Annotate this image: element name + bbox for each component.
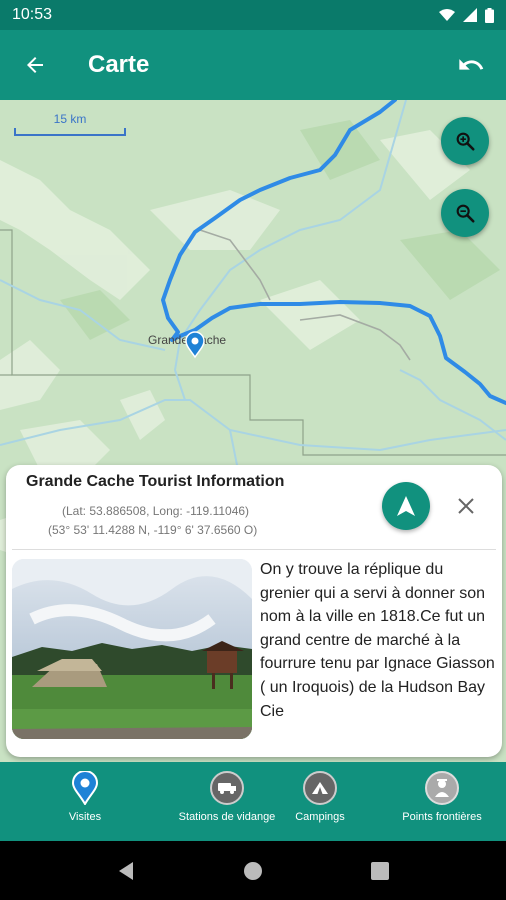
place-description: On y trouve la réplique du grenier qui a… (260, 561, 495, 720)
nav-label-points-frontieres: Points frontières (402, 811, 482, 823)
zoom-out-button[interactable] (441, 189, 489, 237)
signal-icon (463, 8, 477, 22)
map-scale: 15 km (14, 112, 126, 136)
status-icons (439, 7, 494, 23)
app-bar: Carte (0, 30, 506, 100)
battery-icon (485, 7, 494, 23)
back-button[interactable] (0, 30, 70, 100)
scale-line (14, 128, 126, 136)
arrow-back-icon (27, 57, 43, 73)
recents-square-icon[interactable] (371, 861, 389, 880)
location-marker[interactable] (185, 331, 205, 359)
undo-icon (459, 59, 484, 70)
zoom-out-icon (456, 204, 475, 223)
back-triangle-icon[interactable] (117, 861, 135, 881)
zoom-in-button[interactable] (441, 117, 489, 165)
page-title: Carte (88, 51, 150, 78)
status-time: 10:53 (12, 6, 53, 23)
scale-label: 15 km (53, 112, 87, 126)
nav-item-points-frontieres[interactable]: Points frontières (372, 762, 506, 841)
wifi-icon (439, 9, 455, 21)
photo-landscape (12, 559, 252, 739)
card-divider (12, 549, 496, 550)
nav-item-campings[interactable]: Campings (280, 762, 360, 841)
place-info-card: Grande Cache Tourist Information (Lat: 5… (6, 465, 502, 757)
place-photo (12, 559, 252, 739)
place-name: Grande Cache Tourist Information (26, 473, 285, 490)
coords-dms: (53° 53' 11.4288 N, -119° 6' 37.6560 O) (48, 523, 258, 537)
rv-dump-icon (210, 771, 244, 805)
bottom-navigation: Visites Stations de vidange Campings Poi… (0, 762, 506, 841)
undo-button[interactable] (436, 30, 506, 100)
navigate-button[interactable] (382, 482, 430, 530)
navigation-arrow-icon (397, 496, 415, 516)
system-navigation-bar (0, 841, 506, 900)
home-circle-icon[interactable] (243, 861, 263, 881)
close-icon (458, 498, 474, 514)
border-officer-icon (425, 771, 459, 805)
close-button[interactable] (452, 492, 480, 520)
nav-label-stations-vidange: Stations de vidange (178, 811, 276, 823)
zoom-in-icon (456, 132, 475, 151)
location-pin-icon (68, 771, 102, 805)
nav-label-visites: Visites (68, 811, 102, 823)
nav-label-campings: Campings (295, 811, 345, 823)
tent-icon (303, 771, 337, 805)
coords-decimal: (Lat: 53.886508, Long: -119.11046) (62, 504, 250, 518)
status-bar: 10:53 (0, 0, 506, 30)
